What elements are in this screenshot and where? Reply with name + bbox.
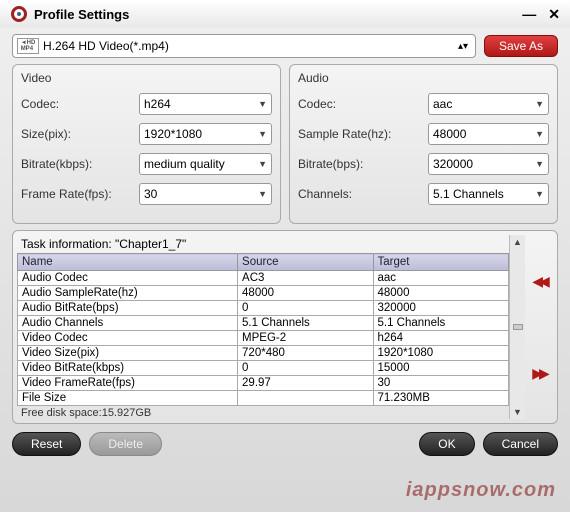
scroll-thumb[interactable] (513, 324, 523, 330)
window-title: Profile Settings (34, 7, 510, 22)
video-section-title: Video (21, 71, 272, 85)
audio-codec-select[interactable]: aac▼ (428, 93, 549, 115)
chevron-down-icon: ▼ (535, 189, 544, 199)
video-codec-select[interactable]: h264▼ (139, 93, 272, 115)
audio-bitrate-label: Bitrate(bps): (298, 157, 428, 171)
table-row[interactable]: Video CodecMPEG-2h264 (18, 331, 509, 346)
title-bar: Profile Settings — ✕ (0, 0, 570, 28)
audio-codec-label: Codec: (298, 97, 428, 111)
task-info-table: Name Source Target Audio CodecAC3aacAudi… (17, 253, 509, 406)
table-row[interactable]: File Size71.230MB (18, 391, 509, 406)
audio-bitrate-select[interactable]: 320000▼ (428, 153, 549, 175)
audio-channels-select[interactable]: 5.1 Channels▼ (428, 183, 549, 205)
chevron-down-icon: ▼ (258, 159, 267, 169)
video-framerate-select[interactable]: 30▼ (139, 183, 272, 205)
chevron-down-icon: ▼ (535, 159, 544, 169)
profile-select[interactable]: ◄HDMP4 H.264 HD Video(*.mp4) ▴▾ (12, 34, 476, 58)
table-row[interactable]: Video FrameRate(fps)29.9730 (18, 376, 509, 391)
mp4-icon: ◄HDMP4 (17, 38, 39, 54)
col-name[interactable]: Name (18, 254, 238, 271)
audio-samplerate-select[interactable]: 48000▼ (428, 123, 549, 145)
table-row[interactable]: Video Size(pix)720*4801920*1080 (18, 346, 509, 361)
scroll-down-icon[interactable]: ▼ (513, 407, 522, 417)
table-row[interactable]: Audio BitRate(bps)0320000 (18, 301, 509, 316)
audio-section-title: Audio (298, 71, 549, 85)
video-framerate-label: Frame Rate(fps): (21, 187, 139, 201)
cancel-button[interactable]: Cancel (483, 432, 558, 456)
ok-button[interactable]: OK (419, 432, 474, 456)
delete-button[interactable]: Delete (89, 432, 162, 456)
app-icon (10, 5, 28, 23)
video-size-select[interactable]: 1920*1080▼ (139, 123, 272, 145)
chevron-down-icon: ▼ (258, 99, 267, 109)
col-source[interactable]: Source (238, 254, 373, 271)
audio-samplerate-label: Sample Rate(hz): (298, 127, 428, 141)
save-as-button[interactable]: Save As (484, 35, 558, 57)
reset-button[interactable]: Reset (12, 432, 81, 456)
task-info-title: Task information: "Chapter1_7" (17, 235, 509, 253)
minimize-icon[interactable]: — (522, 6, 536, 22)
chevron-down-icon: ▼ (535, 129, 544, 139)
chevron-down-icon: ▼ (535, 99, 544, 109)
close-icon[interactable]: ✕ (548, 6, 560, 23)
col-target[interactable]: Target (373, 254, 509, 271)
profile-label: H.264 HD Video(*.mp4) (43, 39, 455, 53)
video-panel: Video Codec: h264▼ Size(pix): 1920*1080▼… (12, 64, 281, 224)
table-row[interactable]: Audio SampleRate(hz)4800048000 (18, 286, 509, 301)
scrollbar[interactable]: ▲ ▼ (509, 235, 525, 419)
scroll-up-icon[interactable]: ▲ (513, 237, 522, 247)
chevron-down-icon: ▼ (258, 129, 267, 139)
chevron-updown-icon[interactable]: ▴▾ (455, 41, 471, 52)
table-row[interactable]: Video BitRate(kbps)015000 (18, 361, 509, 376)
table-row[interactable]: Audio Channels5.1 Channels5.1 Channels (18, 316, 509, 331)
video-bitrate-label: Bitrate(kbps): (21, 157, 139, 171)
watermark: iappsnow.com (406, 479, 556, 502)
audio-panel: Audio Codec: aac▼ Sample Rate(hz): 48000… (289, 64, 558, 224)
audio-channels-label: Channels: (298, 187, 428, 201)
task-info-panel: Task information: "Chapter1_7" Name Sour… (12, 230, 558, 424)
video-bitrate-select[interactable]: medium quality▼ (139, 153, 272, 175)
prev-task-button[interactable]: ◀◀ (532, 273, 546, 290)
chevron-down-icon: ▼ (258, 189, 267, 199)
table-row[interactable]: Audio CodecAC3aac (18, 271, 509, 286)
video-size-label: Size(pix): (21, 127, 139, 141)
next-task-button[interactable]: ▶▶ (532, 365, 546, 382)
video-codec-label: Codec: (21, 97, 139, 111)
free-disk-label: Free disk space:15.927GB (17, 406, 509, 420)
